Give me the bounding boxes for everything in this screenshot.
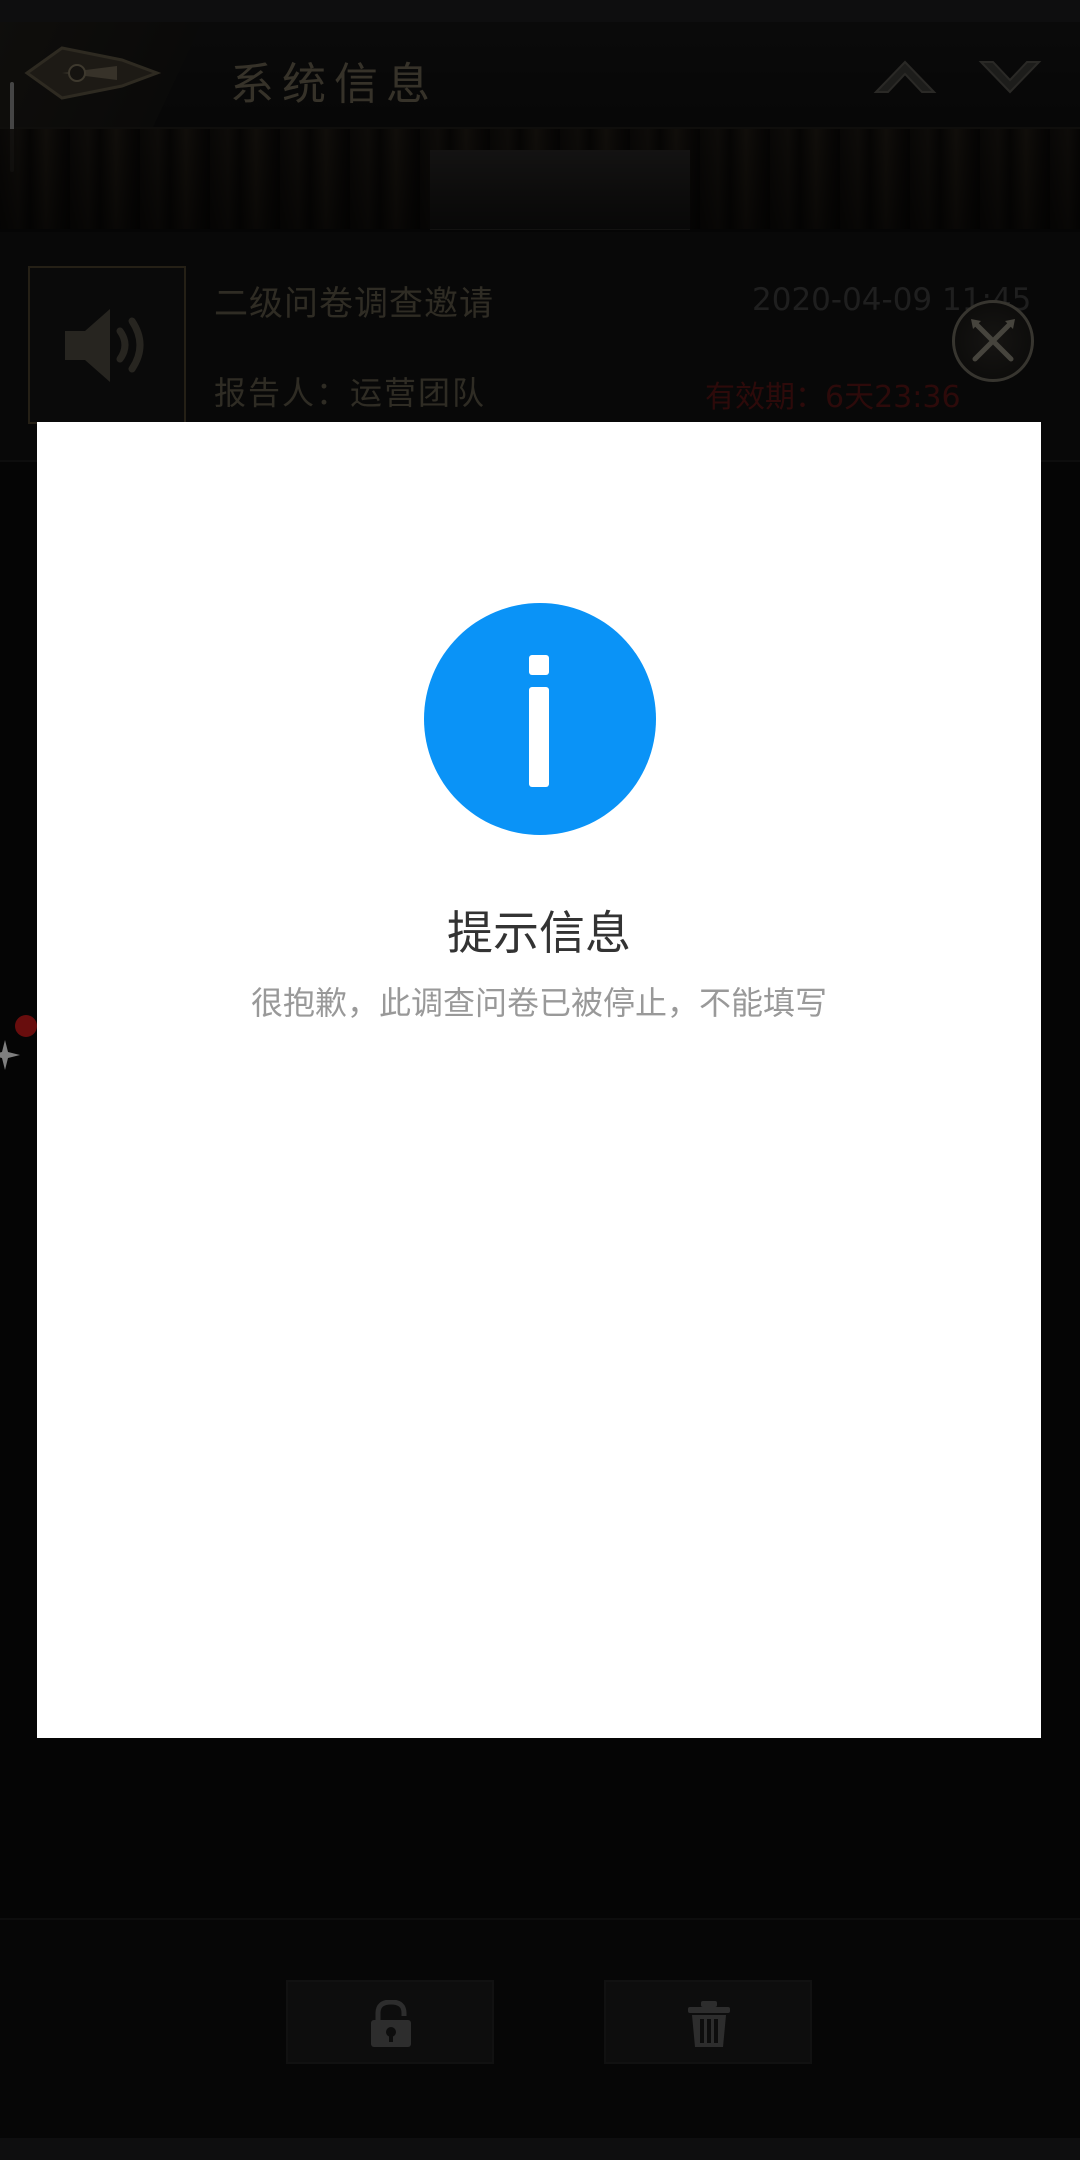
info-icon: [424, 603, 656, 835]
info-dialog: 提示信息 很抱歉，此调查问卷已被停止，不能填写: [37, 422, 1041, 1738]
info-icon-stem: [529, 687, 549, 787]
dialog-message: 很抱歉，此调查问卷已被停止，不能填写: [250, 984, 827, 1022]
info-icon-dot: [529, 655, 549, 675]
dialog-title: 提示信息: [447, 906, 631, 960]
